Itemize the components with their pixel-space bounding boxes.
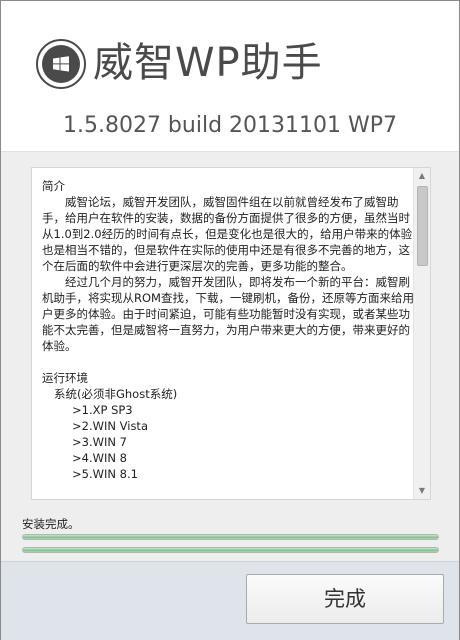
finish-button[interactable]: 完成: [246, 574, 444, 624]
system-requirement-label: 系统(必须非Ghost系统): [54, 387, 178, 401]
system-item: >1.XP SP3: [72, 403, 133, 417]
progress-fill: [23, 535, 438, 539]
readme-textbox[interactable]: 简介 威智论坛，威智开发团队，威智固件组在以前就曾经发布了威智助手，给用户在软件…: [31, 167, 431, 500]
app-title: 威智WP助手: [93, 40, 323, 86]
version-label: 1.5.8027 build 20131101 WP7: [62, 113, 398, 138]
env-heading: 运行环境: [42, 371, 88, 385]
intro-paragraph-2: 经过几个月的努力，威智开发团队，即将发布一个新的平台：威智刷机助手，将实现从RO…: [42, 275, 414, 353]
progress-fill: [23, 548, 438, 552]
system-item: >5.WIN 8.1: [72, 467, 138, 481]
installer-window: 威智WP助手 1.5.8027 build 20131101 WP7 简介 威智…: [0, 0, 460, 640]
readme-content: 简介 威智论坛，威智开发团队，威智固件组在以前就曾经发布了威智助手，给用户在软件…: [42, 178, 414, 482]
scroll-down-arrow-icon[interactable]: ▼: [414, 483, 430, 499]
intro-heading: 简介: [42, 179, 65, 193]
windows-phone-logo-icon: [36, 39, 86, 89]
scrollbar-thumb[interactable]: [417, 186, 428, 266]
system-item: >3.WIN 7: [72, 435, 127, 449]
progress-bar-secondary: [22, 547, 439, 553]
progress-bar-primary: [22, 534, 439, 540]
scroll-up-arrow-icon[interactable]: ▲: [414, 168, 430, 184]
header: 威智WP助手 1.5.8027 build 20131101 WP7: [1, 1, 459, 151]
system-item: >4.WIN 8: [72, 451, 127, 465]
install-status-text: 安装完成。: [22, 517, 80, 531]
vertical-scrollbar[interactable]: ▲ ▼: [413, 168, 430, 499]
intro-paragraph-1: 威智论坛，威智开发团队，威智固件组在以前就曾经发布了威智助手，给用户在软件的安装…: [42, 195, 413, 273]
system-item: >2.WIN Vista: [72, 419, 148, 433]
